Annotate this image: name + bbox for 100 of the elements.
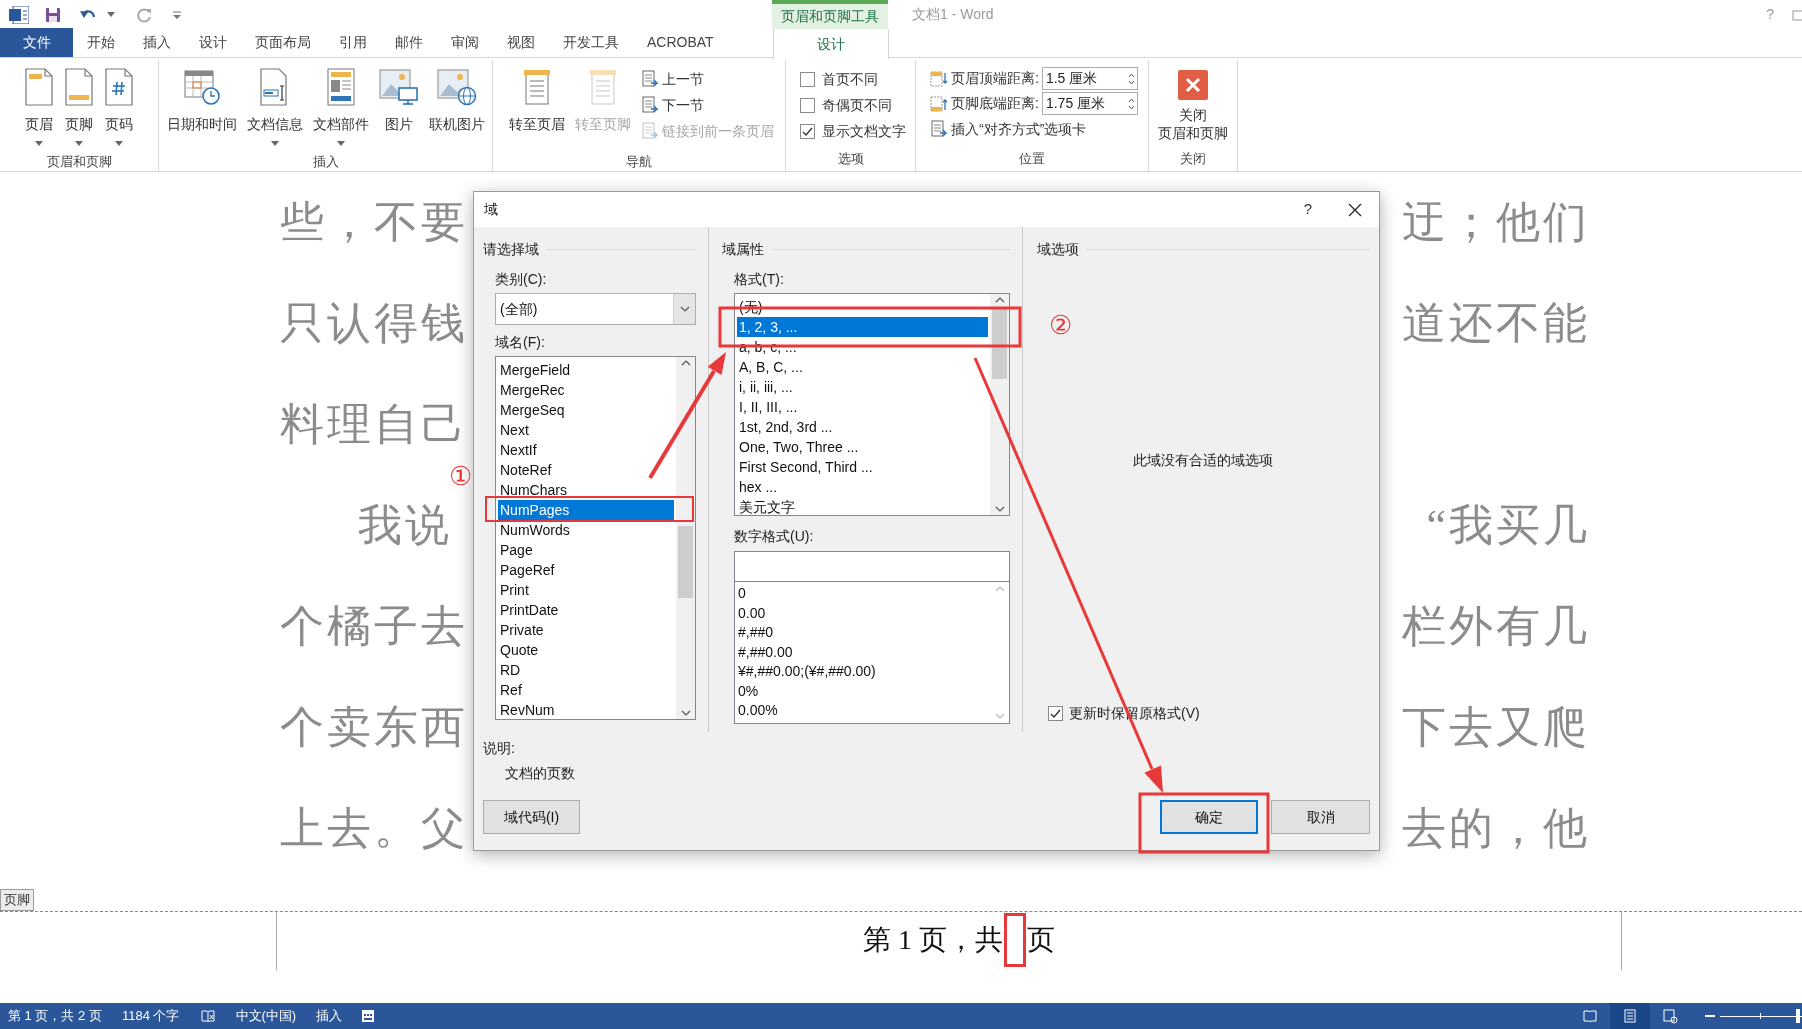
word-count[interactable]: 1184 个字 bbox=[121, 1006, 180, 1026]
ribbon-button[interactable]: 页眉 bbox=[20, 60, 58, 152]
ribbon-small-button[interactable]: 上一节 bbox=[640, 66, 774, 92]
ribbon-button[interactable]: 日期和时间 bbox=[162, 60, 241, 152]
restore-icon bbox=[1792, 8, 1802, 21]
list-item[interactable]: i, ii, iii, ... bbox=[737, 377, 988, 397]
list-item[interactable]: NoteRef bbox=[498, 460, 674, 480]
ribbon-tab[interactable]: ACROBAT bbox=[633, 28, 728, 57]
picture-monitor-icon bbox=[378, 68, 419, 106]
checkbox-label: 奇偶页不同 bbox=[821, 95, 892, 115]
list-item[interactable]: Quote bbox=[498, 640, 674, 660]
group-label: 页眉和页脚 bbox=[45, 153, 113, 171]
list-item[interactable]: 1, 2, 3, ... bbox=[737, 317, 988, 337]
scrollbar[interactable] bbox=[676, 357, 695, 719]
ribbon-tab[interactable]: 邮件 bbox=[381, 28, 437, 57]
ribbon-button[interactable]: 文档信息 bbox=[242, 60, 307, 152]
list-item[interactable]: PageRef bbox=[498, 560, 674, 580]
ribbon-tab[interactable]: 视图 bbox=[493, 28, 549, 57]
field-label: 域名(F): bbox=[495, 333, 546, 352]
number-format-input[interactable] bbox=[734, 551, 1010, 582]
list-item[interactable]: MergeSeq bbox=[498, 400, 674, 420]
group-label: 选项 bbox=[836, 150, 865, 168]
checkbox[interactable] bbox=[799, 71, 815, 87]
category-dropdown[interactable]: (全部) bbox=[495, 293, 696, 325]
scroll-up-icon bbox=[680, 360, 691, 366]
ribbon-button[interactable]: 文档部件 bbox=[308, 60, 373, 152]
section-arrow-icon bbox=[930, 120, 949, 138]
zoom-slider[interactable] bbox=[1720, 1009, 1802, 1023]
list-item[interactable]: 0 bbox=[738, 584, 987, 604]
page-icon bbox=[24, 68, 54, 106]
spin-field[interactable]: 1.5 厘米 bbox=[1041, 67, 1138, 90]
list-item[interactable]: 0.00% bbox=[738, 701, 987, 721]
checkbox[interactable] bbox=[1048, 706, 1063, 721]
list-item[interactable]: 0% bbox=[738, 681, 987, 701]
ribbon-tab[interactable]: 设计 bbox=[185, 28, 241, 57]
language-status[interactable]: 中文(中国) bbox=[235, 1006, 297, 1026]
page-count[interactable]: 第 1 页，共 2 页 bbox=[8, 1006, 102, 1026]
ribbon-tab[interactable]: 设计 bbox=[773, 29, 889, 59]
spin-field[interactable]: 1.75 厘米 bbox=[1041, 92, 1138, 115]
list-item[interactable]: NumWords bbox=[498, 520, 674, 540]
list-item[interactable]: Private bbox=[498, 620, 674, 640]
list-item[interactable]: 美元文字 bbox=[737, 497, 988, 517]
list-item[interactable]: hex ... bbox=[737, 477, 988, 497]
options-message: 此域没有合适的域选项 bbox=[1133, 450, 1273, 470]
list-item[interactable]: I, II, III, ... bbox=[737, 397, 988, 417]
ribbon-tab[interactable]: 页面布局 bbox=[241, 28, 325, 57]
scroll-thumb[interactable] bbox=[678, 526, 693, 598]
ribbon-button[interactable]: 联机图片 bbox=[424, 60, 489, 152]
dialog-title: 域 bbox=[484, 200, 498, 219]
list-item[interactable]: First Second, Third ... bbox=[737, 457, 988, 477]
section-arrow-icon bbox=[640, 96, 659, 114]
list-item[interactable]: #,##0 bbox=[738, 623, 987, 643]
help-button[interactable]: ? bbox=[1293, 194, 1323, 225]
ribbon-small-button[interactable]: 下一节 bbox=[640, 92, 774, 118]
list-item[interactable]: PrintDate bbox=[498, 600, 674, 620]
ribbon-button[interactable]: 页脚 bbox=[60, 60, 98, 152]
list-item[interactable]: #,##0.00 bbox=[738, 642, 987, 662]
checkbox[interactable] bbox=[799, 123, 815, 139]
document-text: 下去又爬 bbox=[1402, 701, 1590, 754]
scrollbar[interactable] bbox=[990, 294, 1009, 515]
footer-text: 第 1 页，共 bbox=[863, 923, 1003, 957]
ribbon-small-button[interactable]: 插入“对齐方式”选项卡 bbox=[930, 116, 1138, 142]
list-item[interactable]: NextIf bbox=[498, 440, 674, 460]
list-item[interactable]: RevNum bbox=[498, 700, 674, 720]
list-item[interactable]: NumPages bbox=[498, 500, 674, 520]
list-item[interactable]: Page bbox=[498, 540, 674, 560]
list-item[interactable]: A, B, C, ... bbox=[737, 357, 988, 377]
view-button[interactable] bbox=[1610, 1003, 1650, 1029]
ribbon-tab[interactable]: 开始 bbox=[73, 28, 129, 57]
dialog-button[interactable]: 取消 bbox=[1271, 800, 1370, 834]
checkbox[interactable] bbox=[799, 97, 815, 113]
list-item[interactable]: Ref bbox=[498, 680, 674, 700]
ribbon-tab[interactable]: 引用 bbox=[325, 28, 381, 57]
list-item[interactable]: RD bbox=[498, 660, 674, 680]
slider-thumb[interactable] bbox=[1795, 1009, 1800, 1023]
close-header-footer-button[interactable]: 关闭 页眉和页脚 bbox=[1154, 60, 1232, 149]
list-item[interactable]: Next bbox=[498, 420, 674, 440]
group-label: 位置 bbox=[1018, 150, 1046, 168]
list-item[interactable]: MergeRec bbox=[498, 380, 674, 400]
list-item[interactable]: 1st, 2nd, 3rd ... bbox=[737, 417, 988, 437]
ribbon-button[interactable]: 页码 bbox=[100, 60, 138, 152]
ribbon-tab[interactable]: 插入 bbox=[129, 28, 185, 57]
dialog-button[interactable]: 确定 bbox=[1160, 800, 1258, 834]
document-text: 栏外有几 bbox=[1402, 600, 1590, 653]
ribbon-tab[interactable]: 文件 bbox=[0, 28, 73, 57]
word-app-icon bbox=[9, 5, 29, 24]
ribbon-button[interactable]: 图片 bbox=[374, 60, 423, 152]
ribbon-button[interactable]: 转至页眉 bbox=[504, 60, 569, 152]
list-item[interactable]: 0.00 bbox=[738, 603, 987, 623]
list-item[interactable]: MergeField bbox=[498, 360, 674, 380]
list-item[interactable]: One, Two, Three ... bbox=[737, 437, 988, 457]
list-item[interactable]: Print bbox=[498, 580, 674, 600]
list-item[interactable]: NumChars bbox=[498, 480, 674, 500]
dialog-button[interactable]: 域代码(I) bbox=[483, 800, 580, 834]
insert-mode-status[interactable]: 插入 bbox=[316, 1006, 343, 1026]
ribbon-tab[interactable]: 审阅 bbox=[437, 28, 493, 57]
list-item[interactable]: ¥#,##0.00;(¥#,##0.00) bbox=[738, 662, 987, 682]
ribbon-tab[interactable]: 开发工具 bbox=[549, 28, 633, 57]
document-layout-icon bbox=[325, 68, 356, 106]
description-text: 文档的页数 bbox=[505, 764, 576, 783]
